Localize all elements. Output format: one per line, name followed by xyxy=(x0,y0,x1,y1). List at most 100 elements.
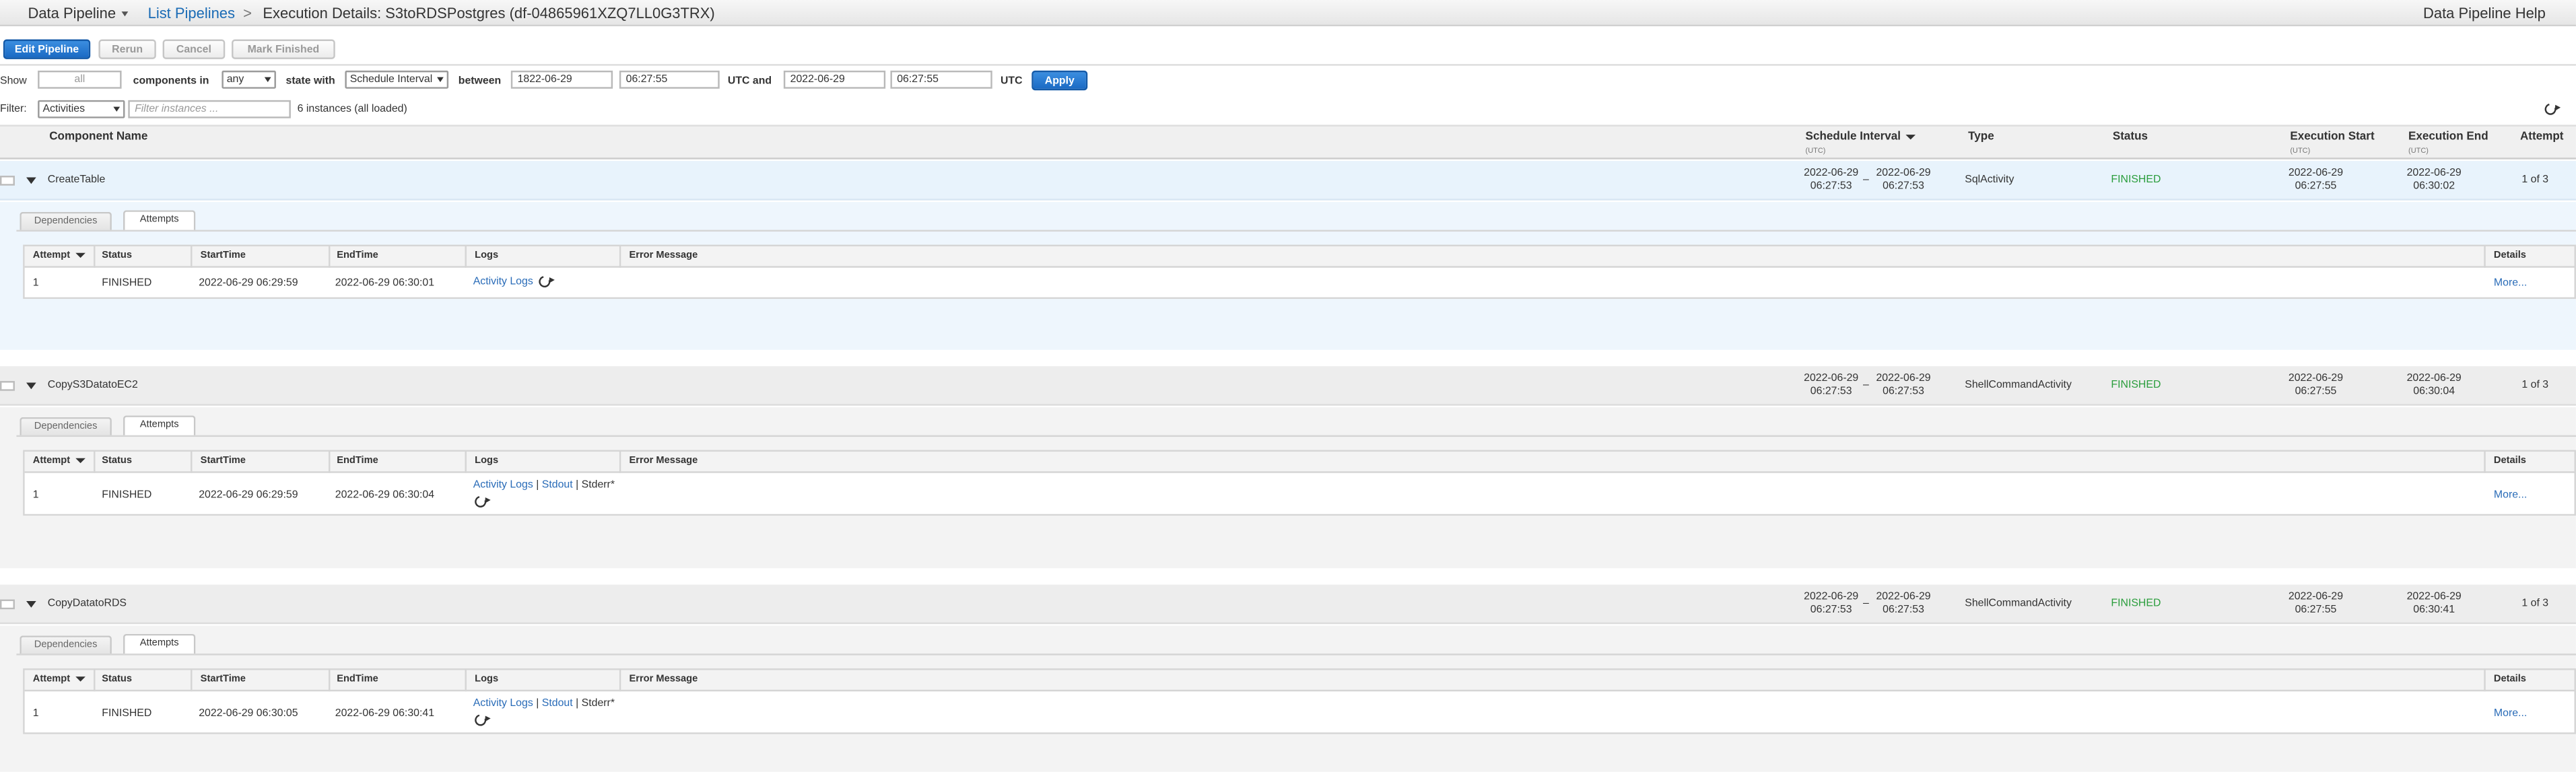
refresh-icon[interactable] xyxy=(473,493,489,510)
att-col-attempt[interactable]: Attempt xyxy=(33,251,86,261)
att-col-start[interactable]: StartTime xyxy=(201,456,246,466)
components-in-select[interactable]: any xyxy=(222,70,276,89)
activity-logs-link[interactable]: Activity Logs xyxy=(473,698,533,709)
utc-and-label: UTC and xyxy=(727,75,772,87)
stdout-link[interactable]: Stdout xyxy=(542,479,573,491)
col-execution-end[interactable]: Execution End xyxy=(2408,131,2488,143)
att-col-error[interactable]: Error Message xyxy=(630,675,698,685)
to-time-input[interactable]: 06:27:55 xyxy=(890,70,992,89)
edit-pipeline-button[interactable]: Edit Pipeline xyxy=(3,39,91,59)
col-component-name[interactable]: Component Name xyxy=(49,131,147,143)
filter-type-select[interactable]: Activities xyxy=(38,100,125,118)
execution-end: 2022-06-29 06:30:02 xyxy=(2406,167,2462,192)
from-time-input[interactable]: 06:27:55 xyxy=(619,70,720,89)
col-attempt[interactable]: Attempt xyxy=(2520,131,2564,143)
att-col-end[interactable]: EndTime xyxy=(337,251,378,261)
filter-instances-input[interactable]: Filter instances ... xyxy=(128,100,291,118)
interval-from: 2022-06-29 06:27:53 xyxy=(1804,167,1859,192)
tab-attempts[interactable]: Attempts xyxy=(123,633,196,654)
col-schedule-interval[interactable]: Schedule Interval xyxy=(1806,131,1916,143)
att-col-error[interactable]: Error Message xyxy=(630,456,698,466)
att-col-end[interactable]: EndTime xyxy=(337,675,378,685)
to-date-input[interactable]: 2022-06-29 xyxy=(783,70,886,89)
att-col-logs[interactable]: Logs xyxy=(475,456,498,466)
attempt-logs: Activity Logs xyxy=(473,273,553,290)
activity-logs-link[interactable]: Activity Logs xyxy=(473,479,533,491)
collapse-icon[interactable] xyxy=(26,177,36,184)
refresh-icon[interactable] xyxy=(473,712,489,728)
att-col-start[interactable]: StartTime xyxy=(201,251,246,261)
apply-button[interactable]: Apply xyxy=(1031,70,1088,91)
cancel-button[interactable]: Cancel xyxy=(162,39,226,59)
att-col-logs[interactable]: Logs xyxy=(475,675,498,685)
component-name: CopyS3DatatoEC2 xyxy=(47,379,138,391)
stdout-link[interactable]: Stdout xyxy=(542,698,573,709)
breadcrumb-separator: > xyxy=(243,5,252,22)
attempt-end: 2022-06-29 06:30:04 xyxy=(335,489,435,501)
att-col-details[interactable]: Details xyxy=(2494,456,2526,466)
attempt-start: 2022-06-29 06:30:05 xyxy=(199,707,298,720)
column-divider xyxy=(94,246,96,268)
details-more-link[interactable]: More... xyxy=(2494,708,2527,720)
att-col-attempt[interactable]: Attempt xyxy=(33,675,86,685)
from-date-input[interactable]: 1822-06-29 xyxy=(510,70,613,89)
att-col-end[interactable]: EndTime xyxy=(337,456,378,466)
col-execution-start[interactable]: Execution Start xyxy=(2290,131,2374,143)
details-more-link[interactable]: More... xyxy=(2494,489,2527,501)
att-col-status[interactable]: Status xyxy=(102,675,132,685)
attempt-status: FINISHED xyxy=(102,707,152,720)
rerun-button[interactable]: Rerun xyxy=(98,39,156,59)
tab-dependencies[interactable]: Dependencies xyxy=(20,417,112,435)
att-col-status[interactable]: Status xyxy=(102,456,132,466)
execution-end: 2022-06-29 06:30:04 xyxy=(2406,372,2462,398)
component-row[interactable]: CopyDatatoRDS 2022-06-29 06:27:53 – 2022-… xyxy=(0,584,2576,625)
component-type: SqlActivity xyxy=(1965,174,2014,186)
interval-from: 2022-06-29 06:27:53 xyxy=(1804,591,1859,616)
show-input[interactable]: all xyxy=(38,70,122,89)
refresh-icon[interactable] xyxy=(2542,101,2558,117)
state-with-select[interactable]: Schedule Interval xyxy=(345,70,449,89)
component-row[interactable]: CopyS3DatatoEC2 2022-06-29 06:27:53 – 202… xyxy=(0,366,2576,406)
attempt-number: 1 xyxy=(32,277,39,289)
att-col-start[interactable]: StartTime xyxy=(201,675,246,685)
execution-start: 2022-06-29 06:27:55 xyxy=(2288,591,2344,616)
tab-dependencies[interactable]: Dependencies xyxy=(20,635,112,654)
tab-attempts[interactable]: Attempts xyxy=(123,210,196,230)
component-details-panel: Dependencies Attempts Attempt Status Sta… xyxy=(0,407,2576,569)
attempt-number: 1 xyxy=(32,489,39,501)
stderr-link[interactable]: Stderr* xyxy=(582,479,615,491)
att-col-logs[interactable]: Logs xyxy=(475,251,498,261)
row-checkbox[interactable] xyxy=(0,381,15,391)
collapse-icon[interactable] xyxy=(26,382,36,390)
row-checkbox[interactable] xyxy=(0,599,15,610)
component-type: ShellCommandActivity xyxy=(1965,598,2072,610)
stderr-link[interactable]: Stderr* xyxy=(582,698,615,709)
help-link[interactable]: Data Pipeline Help xyxy=(2423,5,2546,21)
activity-logs-link[interactable]: Activity Logs xyxy=(473,276,533,287)
attempt-logs: Activity Logs | Stdout | Stderr* xyxy=(473,698,615,709)
service-menu[interactable]: Data Pipeline xyxy=(28,5,128,22)
breadcrumb-list-pipelines[interactable]: List Pipelines xyxy=(148,5,235,21)
execution-start: 2022-06-29 06:27:55 xyxy=(2288,372,2344,398)
mark-finished-button[interactable]: Mark Finished xyxy=(232,39,335,59)
att-col-details[interactable]: Details xyxy=(2494,251,2526,261)
att-col-attempt[interactable]: Attempt xyxy=(33,456,86,466)
att-col-error[interactable]: Error Message xyxy=(630,251,698,261)
collapse-icon[interactable] xyxy=(26,601,36,608)
att-col-details[interactable]: Details xyxy=(2494,675,2526,685)
status-badge: FINISHED xyxy=(2111,174,2161,186)
component-row[interactable]: CreateTable 2022-06-29 06:27:53 – 2022-06… xyxy=(0,161,2576,201)
col-type[interactable]: Type xyxy=(1968,131,1994,143)
column-divider xyxy=(465,670,467,692)
tab-attempts[interactable]: Attempts xyxy=(123,415,196,435)
att-col-status[interactable]: Status xyxy=(102,251,132,261)
tab-dependencies[interactable]: Dependencies xyxy=(20,211,112,230)
column-divider xyxy=(94,670,96,692)
attempt-status: FINISHED xyxy=(102,277,152,289)
col-status[interactable]: Status xyxy=(2113,131,2148,143)
row-checkbox[interactable] xyxy=(0,176,15,186)
details-more-link[interactable]: More... xyxy=(2494,277,2527,289)
sort-desc-icon xyxy=(75,458,86,463)
refresh-icon[interactable] xyxy=(537,273,553,290)
column-divider xyxy=(619,670,621,692)
